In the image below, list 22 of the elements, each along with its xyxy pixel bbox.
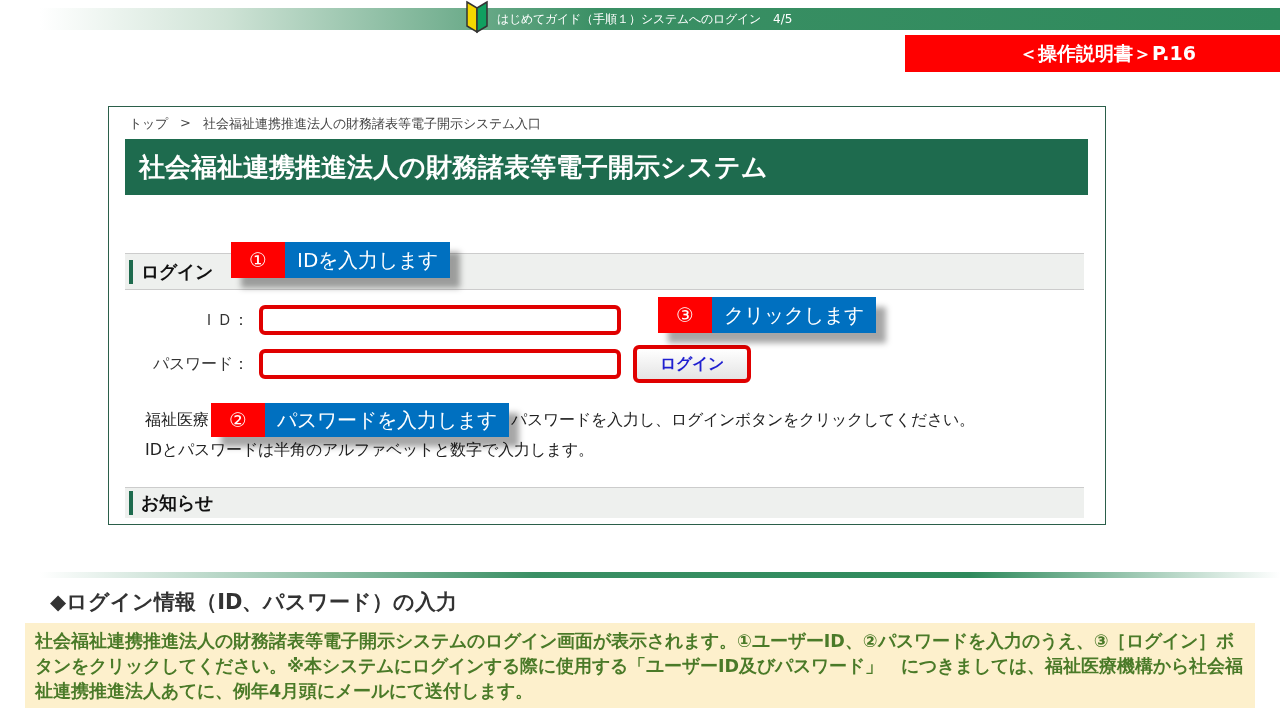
input-field[interactable] (259, 305, 621, 335)
login-button[interactable]: ログイン (633, 345, 751, 383)
site-title-banner: 社会福祉連携推進法人の財務諸表等電子開示システム (125, 139, 1088, 195)
callout-label: ② パスワードを入力します (211, 403, 509, 437)
breadcrumb-link[interactable]: 社会福祉連携推進法人の財務諸表等電子開示システム入口 (202, 115, 541, 131)
input-field[interactable] (259, 349, 621, 379)
description-text: 社会福祉連携推進法人の財務諸表等電子開示システムのログイン画面が表示されます。①ユーザーID、②パスワードを入力のうえ、③［ログイン］ボタンをクリックしてください。※本システムにログインする際に使用する「ユーザーID及びパスワード」 につきましては、福祉医療機構から社会福祉連携推進法人あてに、例年4月頭にメールにて送付します。 (25, 623, 1255, 708)
breadcrumb-link[interactable]: トップ (129, 115, 168, 131)
callout-label: ① IDを入力します (231, 242, 451, 278)
section-heading: ログイン (141, 259, 213, 284)
field-label: ＩＤ： (200, 309, 250, 331)
section-heading: ◆ログイン情報（ID、パスワード）の入力 (50, 589, 459, 616)
beginner-mark-icon (465, 0, 489, 34)
breadcrumb-separator: > (180, 115, 191, 131)
section-heading: お知らせ (141, 491, 213, 515)
instruction-text: 福祉医療 (145, 409, 209, 431)
field-label: パスワード： (152, 353, 250, 375)
manual-page-reference: ＜操作説明書＞P.16 (905, 35, 1280, 72)
callout-label: ③ クリックします (658, 297, 876, 333)
slide-title: はじめてガイド（手順１）システムへのログイン 4/5 (497, 10, 793, 28)
instruction-text: IDとパスワードは半角のアルファベットと数字で入力します。 (145, 439, 595, 461)
instruction-text: パスワードを入力し、ログインボタンをクリックしてください。 (511, 409, 975, 431)
